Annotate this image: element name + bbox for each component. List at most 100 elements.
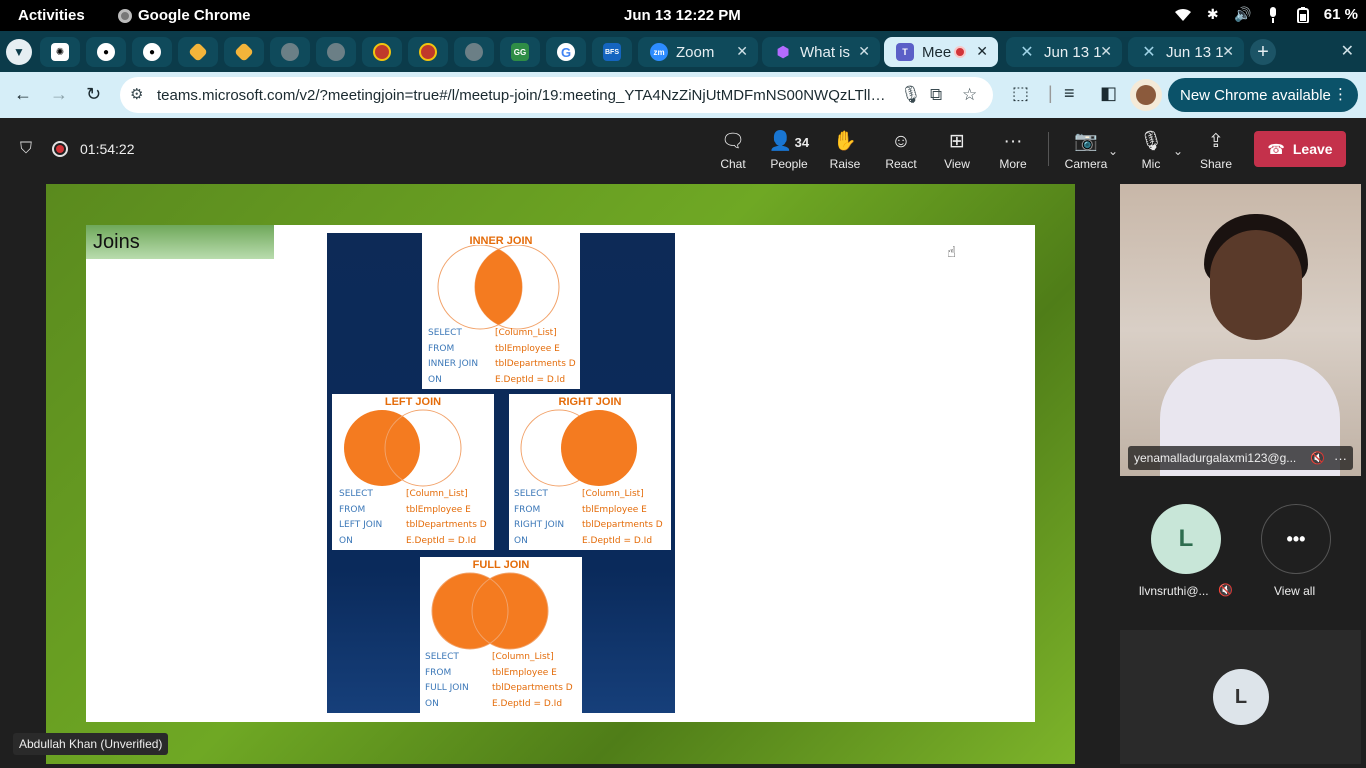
- people-icon: 👤 34: [768, 131, 810, 152]
- share-label: Share: [1199, 157, 1233, 171]
- participant-name-chip: yenamalladurgalaxmi123@g... 🔇 ···: [1128, 446, 1353, 470]
- raise-hand-button[interactable]: ✋ Raise: [817, 130, 873, 171]
- sql-keyword: FROM: [425, 667, 452, 678]
- microphone-icon[interactable]: 🎙: [900, 85, 922, 105]
- battery-percent: 61 %: [1323, 6, 1358, 23]
- tab-teams-meeting[interactable]: T Mee ✕: [884, 37, 998, 67]
- tab-loading[interactable]: ✕ Jun 13 1 ✕: [1128, 37, 1244, 67]
- participant-video-tile[interactable]: yenamalladurgalaxmi123@g... 🔇 ···: [1120, 184, 1361, 476]
- battery-icon: [1294, 6, 1312, 23]
- open-in-app-icon[interactable]: ⧉: [930, 85, 942, 105]
- close-icon[interactable]: ✕: [1222, 43, 1234, 60]
- url-text[interactable]: teams.microsoft.com/v2/?meetingjoin=true…: [157, 87, 897, 104]
- more-horizontal-icon[interactable]: ···: [1334, 451, 1347, 466]
- tab-bfs[interactable]: BFS: [592, 37, 632, 67]
- close-icon[interactable]: ✕: [976, 43, 988, 60]
- tab-title: Zoom: [676, 43, 715, 61]
- reload-icon[interactable]: ↻: [86, 84, 101, 105]
- extensions-icon[interactable]: ⬚: [1012, 83, 1029, 104]
- wifi-icon: [1174, 7, 1192, 23]
- sql-keyword: INNER JOIN: [428, 359, 479, 369]
- sql-value: E.DeptId = D.Id: [492, 698, 563, 709]
- participant-tile[interactable]: L: [1120, 630, 1361, 764]
- tab-badge[interactable]: [408, 37, 448, 67]
- bookmark-star-icon[interactable]: ☆: [962, 85, 977, 105]
- raise-label: Raise: [829, 157, 861, 171]
- site-settings-icon[interactable]: ⚙: [130, 85, 143, 103]
- tab-globe[interactable]: [270, 37, 310, 67]
- github-icon: ●: [97, 43, 115, 61]
- google-icon: G: [557, 43, 575, 61]
- slide-background: Joins INNER JOIN SELECT FROM INNER JOIN: [46, 184, 1075, 764]
- clock[interactable]: Jun 13 12:22 PM: [624, 7, 741, 24]
- react-button[interactable]: ☺ React: [873, 130, 929, 171]
- back-arrow-icon[interactable]: ←: [14, 84, 32, 105]
- tab-title: What is: [800, 43, 851, 61]
- leave-button[interactable]: ☎ Leave: [1254, 131, 1346, 167]
- tab-loading[interactable]: ✕ Jun 13 1 ✕: [1006, 37, 1122, 67]
- tab-vscode[interactable]: [178, 37, 218, 67]
- close-icon[interactable]: ✕: [736, 43, 748, 60]
- people-count: 34: [794, 135, 810, 150]
- update-label: New Chrome available: [1180, 86, 1331, 104]
- address-bar[interactable]: ⚙ teams.microsoft.com/v2/?meetingjoin=tr…: [120, 77, 993, 113]
- system-tray[interactable]: ✱ 🔊 61 %: [1174, 6, 1358, 23]
- tab-badge[interactable]: [362, 37, 402, 67]
- tab-globe[interactable]: [454, 37, 494, 67]
- tab-what-is[interactable]: ⬢ What is ✕: [762, 37, 880, 67]
- camera-label: Camera: [1064, 157, 1108, 171]
- camera-button[interactable]: 📷 Camera: [1058, 130, 1114, 171]
- chevron-down-icon[interactable]: ⌄: [1173, 144, 1183, 158]
- new-chrome-available-button[interactable]: New Chrome available ⋮: [1168, 78, 1358, 112]
- media-controls-icon[interactable]: ≡: [1064, 83, 1075, 104]
- chat-button[interactable]: 🗨 Chat: [705, 130, 761, 171]
- more-button[interactable]: ··· More: [985, 130, 1041, 171]
- sql-value: [Column_List]: [582, 489, 644, 499]
- tab-title: Jun 13 1: [1166, 43, 1224, 61]
- sql-keyword: RIGHT JOIN: [514, 520, 565, 530]
- teams-icon: T: [896, 43, 914, 61]
- tab-github[interactable]: ●: [132, 37, 172, 67]
- chevron-down-icon[interactable]: ⌄: [1108, 144, 1118, 158]
- view-label: View: [944, 157, 970, 171]
- avatar: [1136, 85, 1156, 105]
- tab-strip: ▼ ✺ ● ● GG G BFS zm Zoom ✕ ⬢ What is ✕ T Mee ✕…: [0, 31, 1366, 72]
- side-panel-icon[interactable]: ◧: [1100, 83, 1117, 104]
- tab-gfg[interactable]: GG: [500, 37, 540, 67]
- app-menu[interactable]: Google Chrome: [118, 7, 251, 24]
- close-icon[interactable]: ✕: [1100, 43, 1112, 60]
- tab-search-button[interactable]: ▼: [6, 39, 32, 65]
- sql-value: [Column_List]: [492, 652, 554, 662]
- view-all-label[interactable]: View all: [1274, 584, 1315, 598]
- window-close-icon[interactable]: ✕: [1341, 41, 1354, 61]
- participant-name: llvnsruthi@...: [1139, 584, 1209, 598]
- tab-google[interactable]: G: [546, 37, 586, 67]
- more-vertical-icon[interactable]: ⋮: [1333, 85, 1348, 103]
- vscode-icon: [234, 42, 254, 62]
- tab-vscode[interactable]: [224, 37, 264, 67]
- github-icon: ●: [143, 43, 161, 61]
- sql-value: tblEmployee E: [406, 504, 471, 515]
- sql-value: [Column_List]: [406, 489, 468, 499]
- share-button[interactable]: ⇪ Share: [1188, 130, 1244, 171]
- people-button[interactable]: 👤 34 People: [761, 130, 817, 171]
- mic-button[interactable]: 🎙 Mic: [1123, 130, 1179, 171]
- close-icon[interactable]: ✕: [858, 43, 870, 60]
- mic-muted-icon: 🔇: [1218, 583, 1233, 597]
- activities-button[interactable]: Activities: [18, 7, 85, 24]
- view-button[interactable]: ⊞ View: [929, 130, 985, 171]
- participant-avatar[interactable]: L: [1151, 504, 1221, 574]
- profile-avatar[interactable]: [1130, 79, 1162, 111]
- zoom-icon: zm: [650, 43, 668, 61]
- more-horizontal-icon: ···: [1003, 131, 1023, 152]
- microphone-icon: [1264, 6, 1282, 23]
- tab-zoom[interactable]: zm Zoom ✕: [638, 37, 758, 67]
- chatgpt-icon: ✺: [51, 43, 69, 61]
- shield-icon[interactable]: ⛉: [20, 140, 32, 158]
- tab-globe[interactable]: [316, 37, 356, 67]
- new-tab-button[interactable]: +: [1250, 39, 1276, 65]
- forward-arrow-icon[interactable]: →: [50, 84, 68, 105]
- view-all-button[interactable]: •••: [1261, 504, 1331, 574]
- tab-github[interactable]: ●: [86, 37, 126, 67]
- tab-chatgpt[interactable]: ✺: [40, 37, 80, 67]
